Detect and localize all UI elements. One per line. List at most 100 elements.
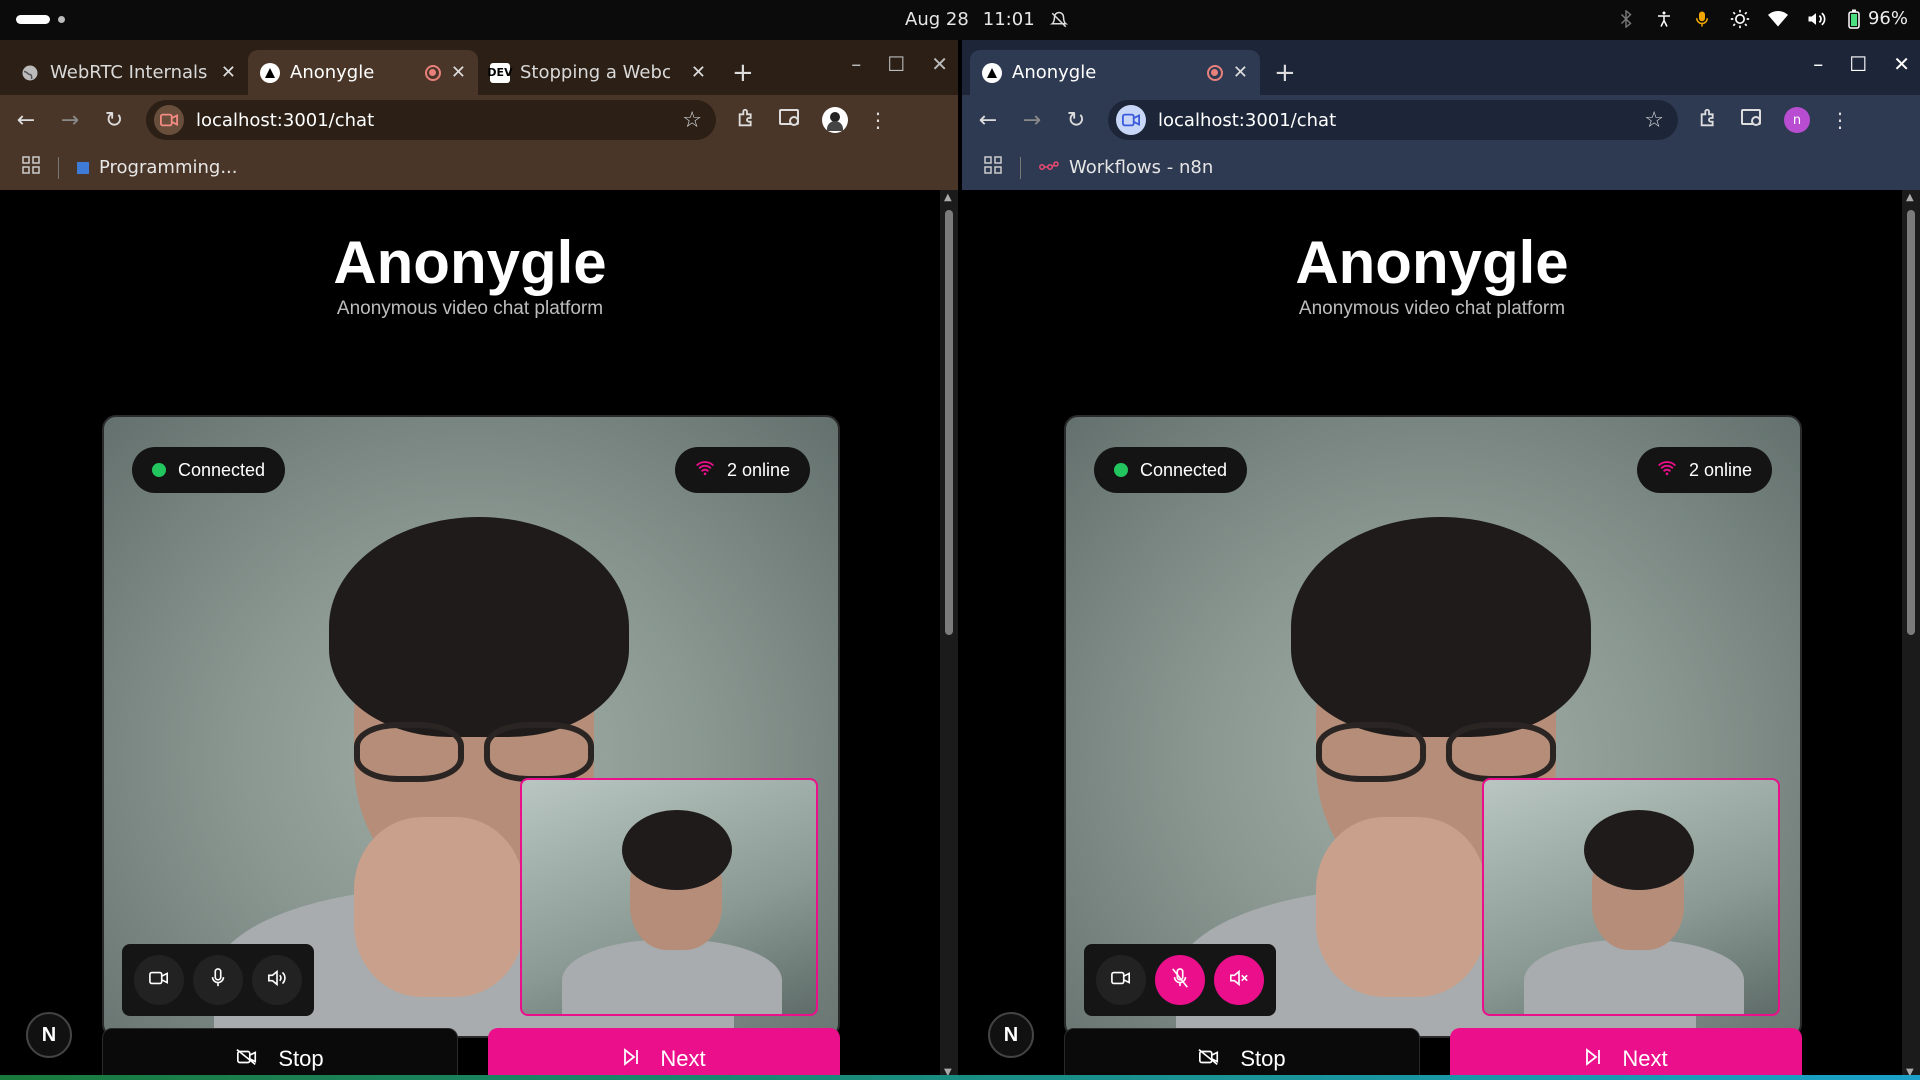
minimize-icon[interactable]: – bbox=[851, 52, 861, 76]
maximize-icon[interactable]: ☐ bbox=[887, 52, 905, 76]
recording-icon bbox=[1206, 64, 1223, 81]
tab-anonygle[interactable]: Anonygle ✕ bbox=[970, 50, 1260, 95]
camera-toggle-button[interactable] bbox=[1096, 955, 1147, 1005]
minimize-icon[interactable]: – bbox=[1813, 52, 1823, 76]
workspace-dot bbox=[58, 16, 65, 23]
bookmark-programming[interactable]: Programming... bbox=[77, 157, 237, 178]
bookmark-favicon-icon bbox=[77, 161, 89, 174]
speaker-toggle-button[interactable] bbox=[251, 955, 302, 1005]
back-icon[interactable]: ← bbox=[14, 108, 38, 133]
page-scrollbar[interactable]: ▲ ▼ bbox=[1902, 190, 1920, 1080]
bookmark-label: Programming... bbox=[99, 157, 238, 178]
browser-window-right: Anonygle ✕ + – ☐ ✕ ← → ↻ localhost:3001/… bbox=[962, 40, 1920, 1080]
camera-in-use-icon[interactable] bbox=[1116, 105, 1146, 135]
video-frame-person bbox=[1524, 940, 1744, 1014]
system-tray[interactable]: 96% bbox=[1616, 8, 1908, 29]
bookmark-star-icon[interactable]: ☆ bbox=[1644, 108, 1664, 133]
close-tab-icon[interactable]: ✕ bbox=[691, 62, 706, 83]
next-label: Next bbox=[660, 1046, 706, 1071]
apps-grid-icon[interactable] bbox=[22, 156, 40, 179]
forward-icon[interactable]: → bbox=[58, 108, 82, 133]
maximize-icon[interactable]: ☐ bbox=[1849, 52, 1867, 76]
address-bar[interactable]: localhost:3001/chat ☆ bbox=[146, 100, 716, 140]
close-tab-icon[interactable]: ✕ bbox=[1233, 62, 1248, 83]
menu-kebab-icon[interactable]: ⋮ bbox=[1830, 108, 1850, 132]
skip-forward-icon bbox=[622, 1046, 640, 1072]
video-frame-hand bbox=[354, 817, 524, 997]
video-frame-hand bbox=[1316, 817, 1486, 997]
tab-stopping-webcam[interactable]: DEV Stopping a Webca ✕ bbox=[478, 50, 718, 95]
clock[interactable]: Aug 28 11:01 bbox=[905, 9, 1069, 30]
n8n-logo-icon bbox=[1039, 157, 1059, 178]
camera-off-icon bbox=[236, 1046, 258, 1072]
next-button[interactable]: Next bbox=[1450, 1028, 1802, 1080]
page-content: Anonygle Anonymous video chat platform C… bbox=[962, 190, 1902, 1080]
tab-anonygle[interactable]: Anonygle ✕ bbox=[248, 50, 478, 95]
tab-search-icon[interactable] bbox=[1740, 107, 1764, 134]
speaker-toggle-button[interactable] bbox=[1213, 955, 1264, 1005]
forward-icon[interactable]: → bbox=[1020, 108, 1044, 133]
battery-percent: 96% bbox=[1867, 8, 1908, 29]
status-text: Connected bbox=[178, 459, 266, 480]
tab-title: Anonygle bbox=[290, 62, 375, 83]
scroll-up-arrow-icon[interactable]: ▲ bbox=[944, 192, 952, 203]
extensions-icon[interactable] bbox=[736, 107, 758, 134]
tab-webrtc-internals[interactable]: WebRTC Internals ✕ bbox=[8, 50, 248, 95]
microphone-toggle-button[interactable] bbox=[192, 955, 243, 1005]
scrollbar-thumb[interactable] bbox=[945, 210, 953, 635]
battery-indicator: 96% bbox=[1844, 8, 1908, 29]
connected-dot-icon bbox=[152, 463, 166, 477]
next-devtools-button[interactable]: N bbox=[988, 1012, 1034, 1058]
stop-label: Stop bbox=[1240, 1046, 1286, 1071]
profile-avatar[interactable] bbox=[822, 107, 848, 133]
stop-button[interactable]: Stop bbox=[1064, 1028, 1420, 1080]
new-tab-button[interactable]: + bbox=[718, 50, 768, 95]
bookmarks-bar: Programming... bbox=[0, 145, 958, 190]
reload-icon[interactable]: ↻ bbox=[1064, 108, 1088, 133]
menu-kebab-icon[interactable]: ⋮ bbox=[868, 108, 888, 132]
camera-in-use-icon[interactable] bbox=[154, 105, 184, 135]
local-video-preview bbox=[520, 778, 818, 1016]
online-count-text: 2 online bbox=[726, 459, 790, 480]
next-devtools-button[interactable]: N bbox=[26, 1012, 72, 1058]
close-window-icon[interactable]: ✕ bbox=[931, 52, 948, 76]
bookmark-star-icon[interactable]: ☆ bbox=[682, 108, 702, 133]
back-icon[interactable]: ← bbox=[976, 108, 1000, 133]
app-title: Anonygle bbox=[333, 229, 607, 296]
stop-button[interactable]: Stop bbox=[102, 1028, 458, 1080]
connection-status-badge: Connected bbox=[132, 447, 286, 493]
app-title: Anonygle bbox=[1295, 229, 1569, 296]
scroll-up-arrow-icon[interactable]: ▲ bbox=[1906, 192, 1914, 203]
microphone-toggle-button[interactable] bbox=[1154, 955, 1205, 1005]
bookmark-workflows-n8n[interactable]: Workflows - n8n bbox=[1039, 157, 1213, 178]
online-count-text: 2 online bbox=[1688, 459, 1752, 480]
extensions-icon[interactable] bbox=[1698, 107, 1720, 134]
active-workspace-pill bbox=[16, 15, 50, 24]
close-tab-icon[interactable]: ✕ bbox=[451, 62, 466, 83]
local-video-preview bbox=[1482, 778, 1780, 1016]
new-tab-button[interactable]: + bbox=[1260, 50, 1310, 95]
battery-icon bbox=[1844, 9, 1864, 29]
tab-search-icon[interactable] bbox=[778, 107, 802, 134]
window-controls: – ☐ ✕ bbox=[851, 52, 948, 76]
url-text: localhost:3001/chat bbox=[1158, 109, 1337, 131]
close-tab-icon[interactable]: ✕ bbox=[221, 62, 236, 83]
recording-icon bbox=[424, 64, 441, 81]
scrollbar-thumb[interactable] bbox=[1907, 210, 1915, 635]
next-button[interactable]: Next bbox=[488, 1028, 840, 1080]
tab-strip: Anonygle ✕ + – ☐ ✕ bbox=[962, 40, 1920, 95]
close-window-icon[interactable]: ✕ bbox=[1893, 52, 1910, 76]
status-text: Connected bbox=[1140, 459, 1228, 480]
address-bar[interactable]: localhost:3001/chat ☆ bbox=[1108, 100, 1678, 140]
reload-icon[interactable]: ↻ bbox=[102, 108, 126, 133]
time-label: 11:01 bbox=[982, 9, 1035, 30]
profile-avatar[interactable]: n bbox=[1784, 107, 1810, 133]
media-controls bbox=[1084, 944, 1276, 1016]
workspace-indicator[interactable] bbox=[16, 15, 65, 24]
brightness-icon bbox=[1730, 9, 1750, 29]
globe-icon bbox=[20, 63, 40, 83]
page-scrollbar[interactable]: ▲ ▼ bbox=[940, 190, 958, 1080]
camera-toggle-button[interactable] bbox=[134, 955, 185, 1005]
wifi-signal-icon bbox=[1657, 460, 1677, 481]
apps-grid-icon[interactable] bbox=[984, 156, 1002, 179]
